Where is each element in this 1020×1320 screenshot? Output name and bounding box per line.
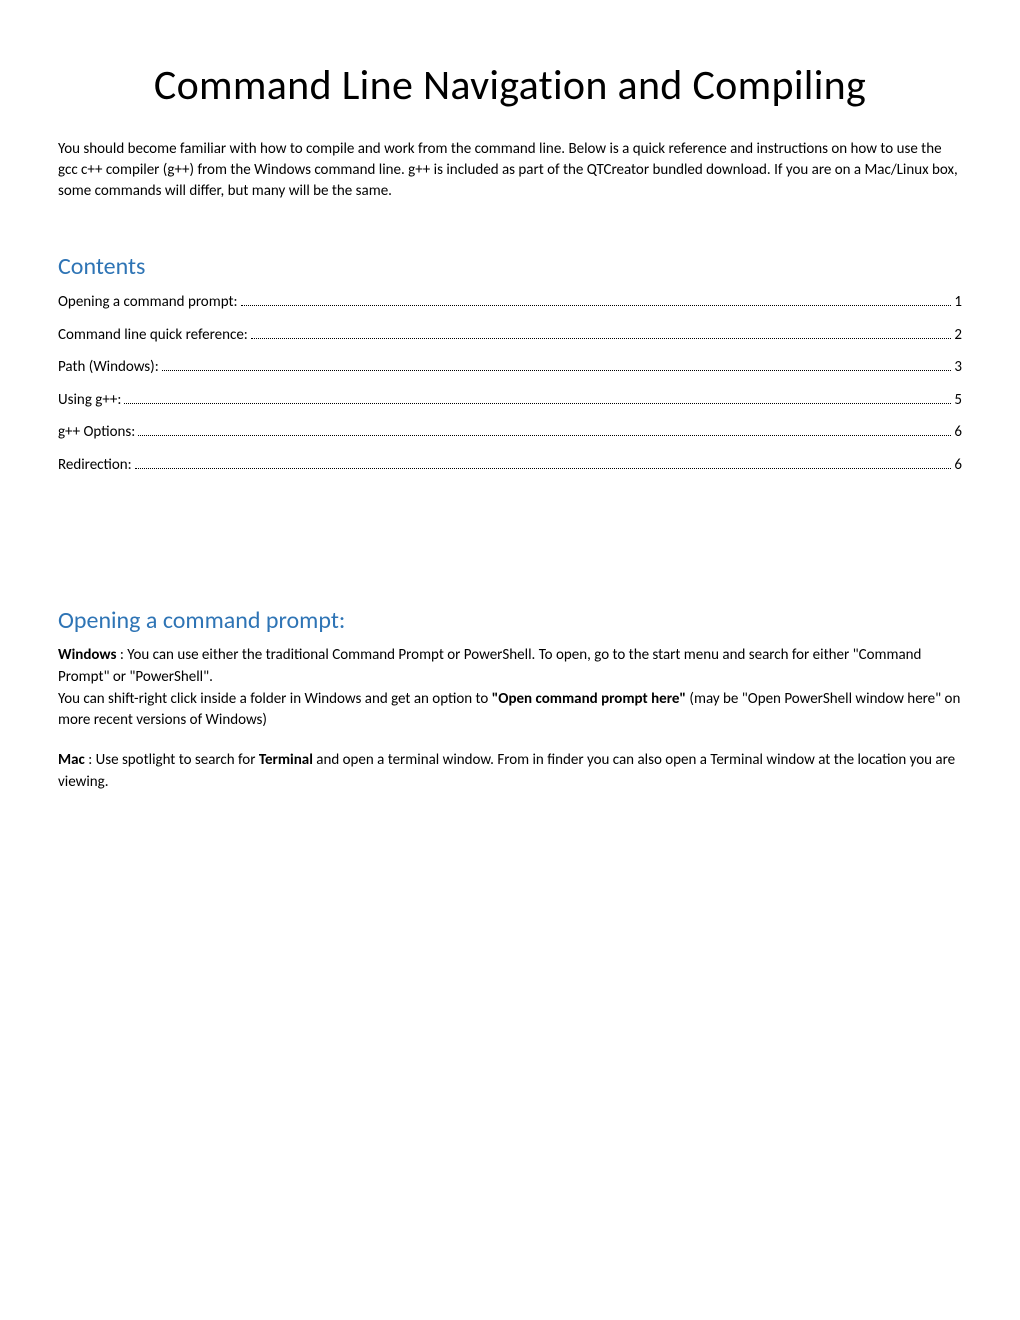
toc-leader-dots [124, 403, 951, 404]
mac-text-1: : Use spotlight to search for [85, 751, 259, 769]
toc-label: Redirection: [58, 454, 132, 477]
toc-entry[interactable]: Using g++: 5 [58, 389, 962, 412]
toc-entry[interactable]: Path (Windows): 3 [58, 356, 962, 379]
windows-text-2a: You can shift-right click inside a folde… [58, 690, 492, 708]
toc-label: Path (Windows): [58, 356, 159, 379]
toc-label: Using g++: [58, 389, 121, 412]
toc-entry[interactable]: g++ Options: 6 [58, 421, 962, 444]
windows-open-prompt-bold: "Open command prompt here" [492, 690, 686, 708]
page-title: Command Line Navigation and Compiling [58, 60, 962, 111]
toc-entry[interactable]: Redirection: 6 [58, 454, 962, 477]
windows-paragraph: Windows : You can use either the traditi… [58, 645, 962, 732]
mac-label: Mac [58, 751, 85, 769]
toc-leader-dots [138, 435, 951, 436]
toc-leader-dots [135, 468, 952, 469]
toc-page-number: 2 [954, 324, 962, 347]
toc-entry[interactable]: Command line quick reference: 2 [58, 324, 962, 347]
mac-terminal-bold: Terminal [259, 751, 313, 769]
intro-paragraph: You should become familiar with how to c… [58, 139, 962, 202]
toc-page-number: 6 [954, 421, 962, 444]
toc-label: g++ Options: [58, 421, 135, 444]
toc-leader-dots [251, 338, 952, 339]
mac-paragraph: Mac : Use spotlight to search for Termin… [58, 750, 962, 794]
toc-page-number: 3 [954, 356, 962, 379]
windows-label: Windows [58, 646, 116, 664]
toc-leader-dots [241, 305, 952, 306]
toc-page-number: 6 [954, 454, 962, 477]
toc-page-number: 5 [954, 389, 962, 412]
toc-page-number: 1 [954, 291, 962, 314]
table-of-contents: Opening a command prompt: 1 Command line… [58, 291, 962, 476]
toc-leader-dots [162, 370, 952, 371]
contents-heading: Contents [58, 252, 962, 281]
toc-entry[interactable]: Opening a command prompt: 1 [58, 291, 962, 314]
toc-label: Command line quick reference: [58, 324, 248, 347]
section-heading-opening-prompt: Opening a command prompt: [58, 606, 962, 635]
toc-label: Opening a command prompt: [58, 291, 238, 314]
windows-text-1: : You can use either the traditional Com… [58, 646, 921, 686]
